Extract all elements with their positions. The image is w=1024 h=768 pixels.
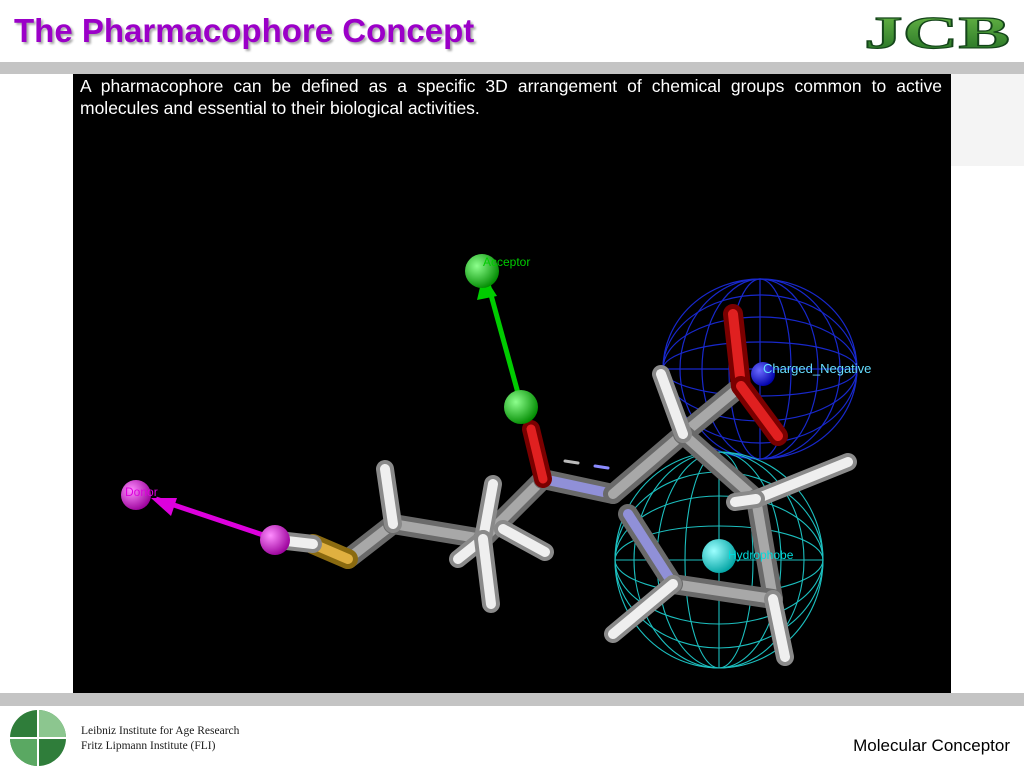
footer-label: Molecular Conceptor [853,736,1010,755]
svg-text:JCB: JCB [864,7,1010,58]
jcb-logo: JCB [863,6,1010,58]
donor-label: Donor [125,485,158,499]
institute-line-1: Leibniz Institute for Age Research [81,725,240,737]
institute-name: Leibniz Institute for Age Research Fritz… [81,724,239,754]
leibniz-institute-logo [10,710,66,766]
charged-negative-label: Charged_Negative [763,361,871,376]
slide-title: The Pharmacophore Concept [14,12,475,49]
pharmacophore-model: Acceptor Donor Charged_Negative Hydropho… [121,254,871,669]
institute-line-2: Fritz Lipmann Institute (FLI) [81,740,216,752]
header-divider [0,62,1024,74]
acceptor-label: Acceptor [483,255,530,269]
acceptor-feature [465,254,538,424]
molecule-viewer[interactable]: A pharmacophore can be defined as a spec… [73,74,951,693]
footer-divider [0,693,1024,706]
hydrophobe-label: Hydrophobe [728,548,794,562]
side-panel [951,74,1024,166]
